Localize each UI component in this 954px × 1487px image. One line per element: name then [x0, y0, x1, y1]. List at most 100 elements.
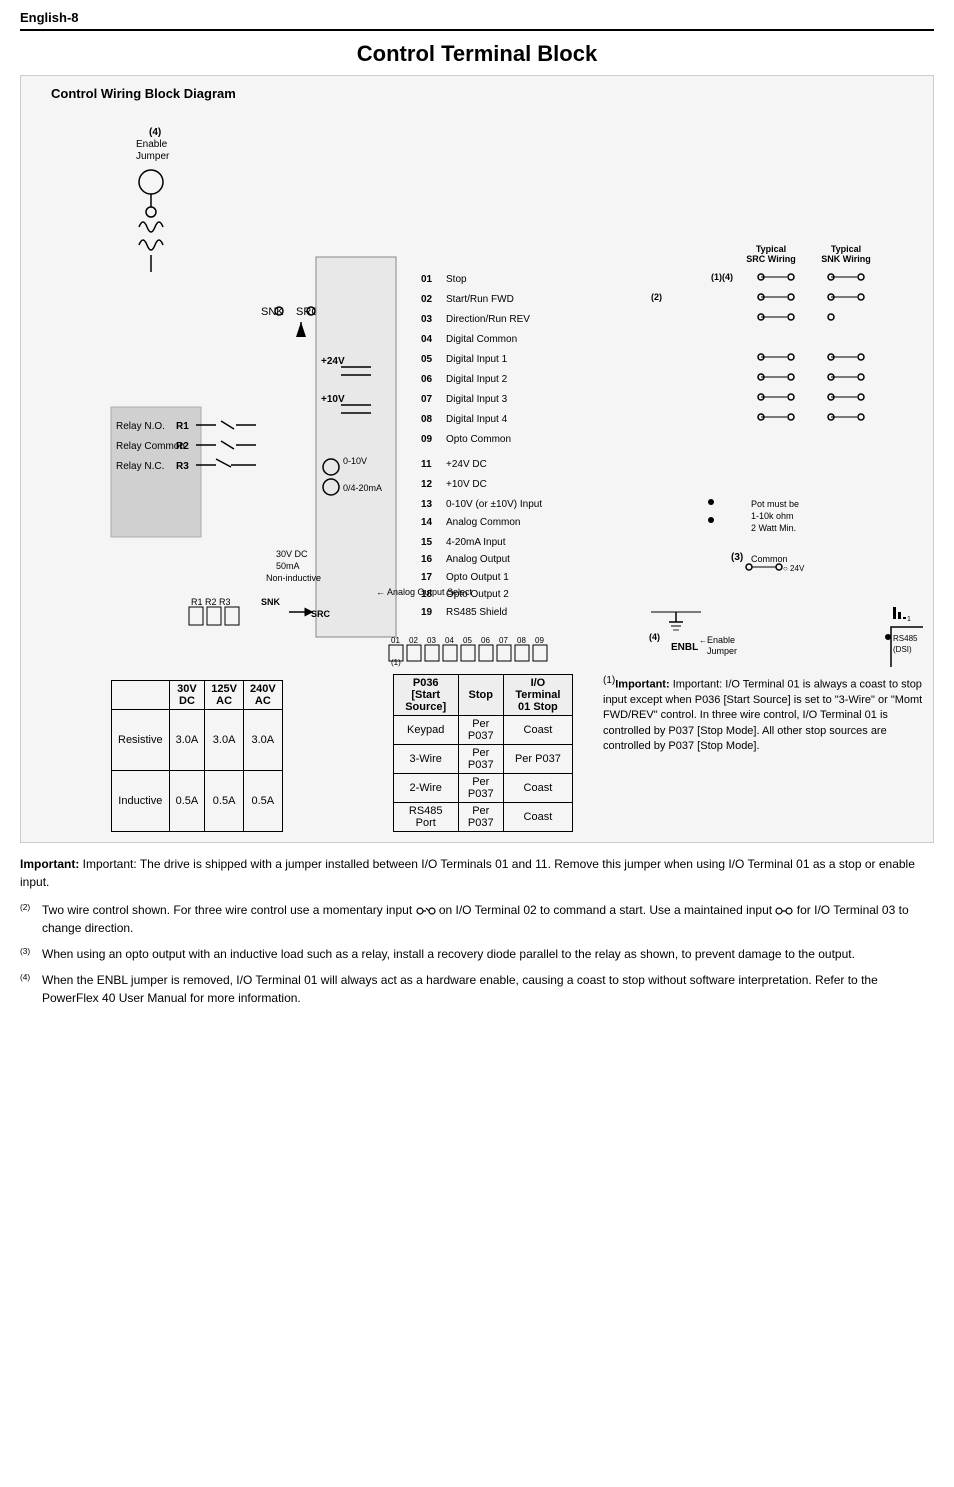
svg-text:Relay Common: Relay Common: [116, 441, 185, 452]
table-row: Resistive 3.0A 3.0A 3.0A: [112, 710, 283, 771]
svg-text:R1 R2 R3: R1 R2 R3: [191, 597, 231, 607]
io-col-source: P036 [Start Source]: [393, 675, 458, 716]
svg-text:R2: R2: [176, 441, 189, 452]
svg-text:Digital Input 3: Digital Input 3: [446, 394, 508, 405]
svg-text:09: 09: [421, 434, 433, 445]
svg-text:01: 01: [391, 636, 400, 645]
col-240vac: 240V AC: [243, 681, 282, 710]
header-label: English-8: [20, 10, 79, 25]
diagram-container: Control Wiring Block Diagram (4) Enable …: [20, 75, 934, 843]
svg-text:04: 04: [421, 334, 433, 345]
svg-text:+24V DC: +24V DC: [446, 459, 487, 470]
svg-text:Typical: Typical: [831, 244, 861, 254]
svg-text:Analog Output: Analog Output: [446, 554, 510, 565]
svg-text:(DSI): (DSI): [893, 645, 912, 654]
svg-text:RS485: RS485: [893, 634, 918, 643]
svg-text:06: 06: [481, 636, 490, 645]
svg-text:+10V: +10V: [321, 394, 345, 405]
svg-text:+24V: +24V: [321, 356, 345, 367]
notes-section: (2) Two wire control shown. For three wi…: [20, 901, 934, 1007]
svg-text:R3: R3: [176, 461, 189, 472]
wiring-diagram: (4) Enable Jumper SNK SRC: [31, 107, 923, 670]
svg-text:30V DC: 30V DC: [276, 549, 308, 559]
svg-text:0/4-20mA: 0/4-20mA: [343, 483, 382, 493]
svg-text:Opto Output 2: Opto Output 2: [446, 589, 509, 600]
svg-text:Non-inductive: Non-inductive: [266, 573, 321, 583]
svg-text:04: 04: [445, 636, 454, 645]
svg-text:Jumper: Jumper: [707, 646, 737, 656]
svg-text:Pot must be: Pot must be: [751, 499, 799, 509]
svg-text:SRC Wiring: SRC Wiring: [746, 254, 795, 264]
table-row: 3-Wire Per P037 Per P037: [393, 745, 572, 774]
svg-text:R1: R1: [176, 421, 189, 432]
svg-text:02: 02: [409, 636, 418, 645]
svg-text:08: 08: [517, 636, 526, 645]
svg-text:Start/Run FWD: Start/Run FWD: [446, 294, 514, 305]
svg-text:4-20mA Input: 4-20mA Input: [446, 537, 506, 548]
svg-text:Opto Common: Opto Common: [446, 434, 511, 445]
note3-text: When using an opto output with an induct…: [42, 945, 934, 963]
svg-text:05: 05: [421, 354, 433, 365]
note2-text: Two wire control shown. For three wire c…: [42, 901, 934, 937]
svg-text:(4): (4): [649, 632, 660, 642]
svg-text:Relay N.O.: Relay N.O.: [116, 421, 165, 432]
svg-text:(4): (4): [149, 127, 161, 138]
svg-text:0-10V (or ±10V) Input: 0-10V (or ±10V) Input: [446, 499, 542, 510]
current-ratings-table: 30V DC 125V AC 240V AC Resistive 3.0A 3.…: [111, 680, 283, 832]
svg-text:19: 19: [421, 607, 433, 618]
svg-text:1-10k ohm: 1-10k ohm: [751, 511, 794, 521]
svg-text:13: 13: [421, 499, 433, 510]
svg-text:Jumper: Jumper: [136, 151, 170, 162]
svg-text:(1): (1): [391, 658, 401, 667]
svg-text:Digital Input 4: Digital Input 4: [446, 414, 508, 425]
page-header: English-8: [20, 10, 934, 31]
svg-text:17: 17: [421, 572, 433, 583]
svg-text:18: 18: [421, 589, 433, 600]
svg-text:Enable: Enable: [707, 635, 735, 645]
svg-text:12: 12: [421, 479, 433, 490]
svg-text:ENBL: ENBL: [671, 642, 698, 653]
svg-text:Opto Output 1: Opto Output 1: [446, 572, 509, 583]
svg-text:Direction/Run REV: Direction/Run REV: [446, 314, 530, 325]
svg-text:16: 16: [421, 554, 433, 565]
svg-text:03: 03: [421, 314, 433, 325]
svg-text:03: 03: [427, 636, 436, 645]
note-2: (2) Two wire control shown. For three wi…: [20, 901, 934, 937]
svg-text:Analog Common: Analog Common: [446, 517, 520, 528]
svg-text:Typical: Typical: [756, 244, 786, 254]
io-col-terminal: I/O Terminal 01 Stop: [503, 675, 572, 716]
svg-text:0-10V: 0-10V: [343, 456, 367, 466]
svg-text:Digital Input 1: Digital Input 1: [446, 354, 508, 365]
svg-text:06: 06: [421, 374, 433, 385]
important-note-1: (1)Important: Important: I/O Terminal 01…: [603, 674, 923, 832]
note2-num: (2): [20, 901, 42, 919]
svg-text:15: 15: [421, 537, 433, 548]
svg-text:08: 08: [421, 414, 433, 425]
svg-text:07: 07: [499, 636, 508, 645]
table-row: Keypad Per P037 Coast: [393, 716, 572, 745]
svg-text:(3): (3): [731, 552, 743, 563]
col-30vdc: 30V DC: [169, 681, 205, 710]
svg-text:05: 05: [463, 636, 472, 645]
svg-text:09: 09: [535, 636, 544, 645]
note4-text: When the ENBL jumper is removed, I/O Ter…: [42, 971, 934, 1007]
svg-text:RS485 Shield: RS485 Shield: [446, 607, 507, 618]
table-row: 2-Wire Per P037 Coast: [393, 774, 572, 803]
svg-text:14: 14: [421, 517, 433, 528]
note-3: (3) When using an opto output with an in…: [20, 945, 934, 963]
svg-text:07: 07: [421, 394, 433, 405]
section-title: Control Wiring Block Diagram: [51, 86, 923, 101]
important-main-text: Important: The drive is shipped with a j…: [20, 857, 915, 889]
svg-text:Relay N.C.: Relay N.C.: [116, 461, 164, 472]
svg-text:(2): (2): [651, 292, 662, 302]
col-125vac: 125V AC: [205, 681, 244, 710]
important-main-note: Important: Important: The drive is shipp…: [20, 855, 934, 891]
svg-text:+10V DC: +10V DC: [446, 479, 487, 490]
svg-text:SNK: SNK: [261, 597, 281, 607]
page-title: Control Terminal Block: [20, 41, 934, 67]
svg-text:2 Watt Min.: 2 Watt Min.: [751, 523, 796, 533]
note-4: (4) When the ENBL jumper is removed, I/O…: [20, 971, 934, 1007]
svg-text:Digital Common: Digital Common: [446, 334, 517, 345]
svg-text:○ 24V: ○ 24V: [783, 564, 805, 573]
svg-text:(1)(4): (1)(4): [711, 272, 733, 282]
